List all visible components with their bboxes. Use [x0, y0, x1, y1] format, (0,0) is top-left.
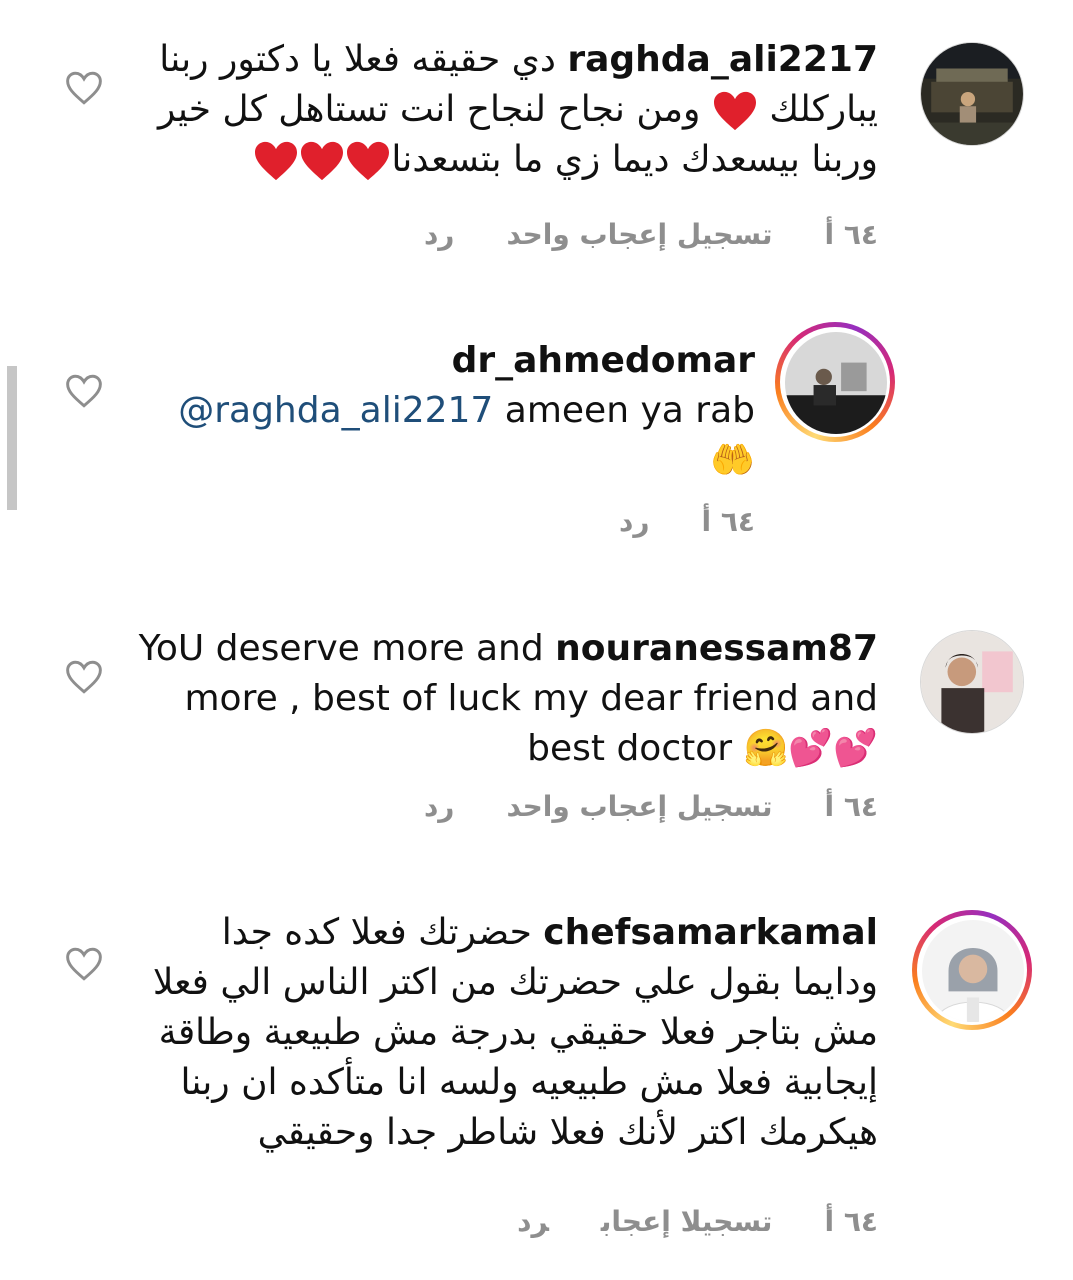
comment-emoji: 🤗💕💕 — [743, 728, 878, 769]
comment-line: more , best of luck my dear friend and — [184, 678, 878, 719]
avatar-photo — [785, 332, 887, 434]
comment-line: يباركلك — [769, 89, 878, 130]
avatar[interactable] — [920, 42, 1024, 146]
comment-line: هيكرمك اكتر لأنك فعلا شاطر جدا وحقيقي — [257, 1112, 878, 1153]
comment-meta: ٦٤ أ تسجيل إعجاب واحد رد — [372, 790, 878, 823]
comment-time: ٦٤ أ — [824, 218, 878, 251]
comment-text: chefsamarkamal حضرتك فعلا كده جدا ودايما… — [118, 908, 878, 1158]
heart-outline-icon[interactable] — [64, 946, 104, 982]
heart-outline-icon[interactable] — [64, 373, 104, 409]
comment-meta: ٦٤ أ تسجيل إعجاب واحد رد — [372, 218, 878, 251]
comment-text: YoU deserve more and nouranessam87 more … — [118, 624, 878, 774]
red-heart-emoji — [713, 91, 756, 131]
comment-line: مش بتاجر فعلا حقيقي بدرجة مش طبيعية وطاق… — [158, 1012, 878, 1053]
comment-text: raghda_ali2217 دي حقيقه فعلا يا دكتور رب… — [138, 35, 878, 185]
comment-meta: ٦٤ أ تسجيلا إعجاب رد — [465, 1205, 878, 1238]
red-heart-emoji — [255, 141, 298, 181]
avatar[interactable] — [922, 920, 1024, 1022]
comment-username[interactable]: nouranessam87 — [555, 628, 878, 669]
avatar-story-ring[interactable] — [912, 910, 1032, 1030]
red-heart-emoji — [301, 141, 344, 181]
comment-line: best doctor — [527, 728, 733, 769]
comment-line: ودايما بقول علي حضرتك من اكتر الناس الي … — [152, 962, 878, 1003]
avatar-photo — [922, 920, 1024, 1022]
comment-time: ٦٤ أ — [701, 505, 755, 538]
comment-likes-link[interactable]: تسجيل إعجاب واحد — [506, 790, 772, 823]
comment-line: دي حقيقه فعلا يا دكتور ربنا — [159, 39, 556, 80]
comment-time: ٦٤ أ — [824, 1205, 878, 1238]
comment-line: وربنا بيسعدك ديما زي ما بتسعدنا — [391, 139, 878, 180]
comment-username[interactable]: chefsamarkamal — [543, 912, 878, 953]
reply-button[interactable]: رد — [517, 1205, 549, 1238]
comment-likes-link[interactable]: تسجيل إعجاب واحد — [506, 218, 772, 251]
comment-username[interactable]: dr_ahmedomar — [452, 340, 755, 381]
comment-text: dr_ahmedomar @raghda_ali2217 ameen ya ra… — [115, 336, 755, 486]
comment-line: ومن نجاح لنجاح انت تستاهل كل خير — [158, 89, 701, 130]
scroll-indicator[interactable] — [7, 366, 17, 510]
avatar-photo — [921, 43, 1023, 145]
reply-button[interactable]: رد — [619, 505, 650, 538]
red-heart-emoji — [347, 141, 390, 181]
heart-outline-icon[interactable] — [64, 70, 104, 106]
avatar-photo — [921, 631, 1023, 733]
comment-username[interactable]: raghda_ali2217 — [567, 39, 878, 80]
comment-line: ameen ya rab — [504, 390, 755, 431]
comment-emoji: 🤲 — [710, 440, 755, 481]
heart-outline-icon[interactable] — [64, 659, 104, 695]
comment-meta: ٦٤ أ رد — [567, 505, 755, 538]
comment-time: ٦٤ أ — [824, 790, 878, 823]
comment-line: حضرتك فعلا كده جدا — [221, 912, 532, 953]
reply-button[interactable]: رد — [424, 218, 455, 251]
comment-line: إيجابية فعلا مش طبيعيه ولسه انا متأكده ا… — [180, 1062, 878, 1103]
avatar-story-ring[interactable] — [775, 322, 895, 442]
mention-link[interactable]: @raghda_ali2217 — [178, 390, 493, 431]
reply-button[interactable]: رد — [424, 790, 455, 823]
comment-line: YoU deserve more and — [138, 628, 544, 669]
comment-likes-link[interactable]: تسجيلا إعجاب — [601, 1205, 773, 1238]
avatar[interactable] — [920, 630, 1024, 734]
avatar[interactable] — [785, 332, 887, 434]
